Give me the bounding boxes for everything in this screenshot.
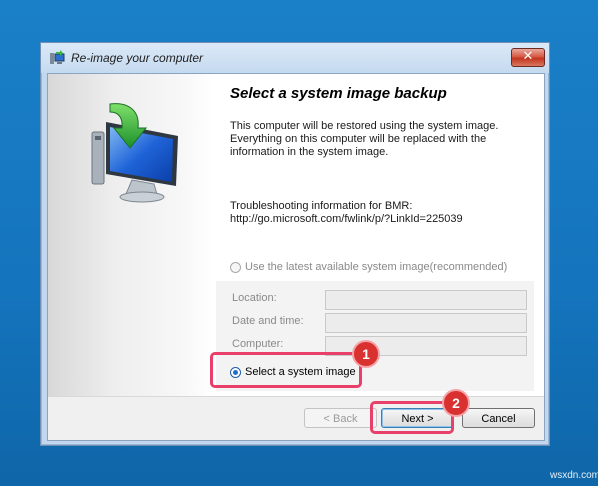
troubleshooting-link[interactable]: http://go.microsoft.com/fwlink/p/?LinkId… xyxy=(230,213,530,226)
latest-image-radio[interactable] xyxy=(230,261,241,273)
computer-label: Computer: xyxy=(232,338,284,350)
step-badge-2: 2 xyxy=(442,389,470,417)
side-panel xyxy=(48,74,214,396)
latest-image-label: Use the latest available system image(re… xyxy=(245,261,508,273)
window-title: Re-image your computer xyxy=(71,51,204,65)
datetime-label: Date and time: xyxy=(232,315,304,327)
latest-image-option[interactable]: Use the latest available system image(re… xyxy=(230,261,507,273)
page-description: This computer will be restored using the… xyxy=(230,120,499,158)
step-badge-1: 1 xyxy=(352,340,380,368)
page-heading: Select a system image backup xyxy=(230,85,447,102)
restore-computer-icon xyxy=(91,103,178,203)
location-field xyxy=(325,290,527,310)
troubleshooting-info: Troubleshooting information for BMR: htt… xyxy=(230,200,530,226)
highlight-select-image xyxy=(210,352,362,388)
location-label: Location: xyxy=(232,292,277,304)
close-button[interactable]: ✕ xyxy=(511,48,545,67)
back-button[interactable]: < Back xyxy=(304,408,377,428)
watermark: wsxdn.com xyxy=(550,470,598,481)
troubleshooting-label: Troubleshooting information for BMR: xyxy=(230,200,413,212)
cancel-button[interactable]: Cancel xyxy=(462,408,535,428)
window-app-icon xyxy=(50,50,65,64)
datetime-field xyxy=(325,313,527,333)
close-icon: ✕ xyxy=(522,49,534,64)
title-bar[interactable]: Re-image your computer ✕ xyxy=(41,43,549,73)
